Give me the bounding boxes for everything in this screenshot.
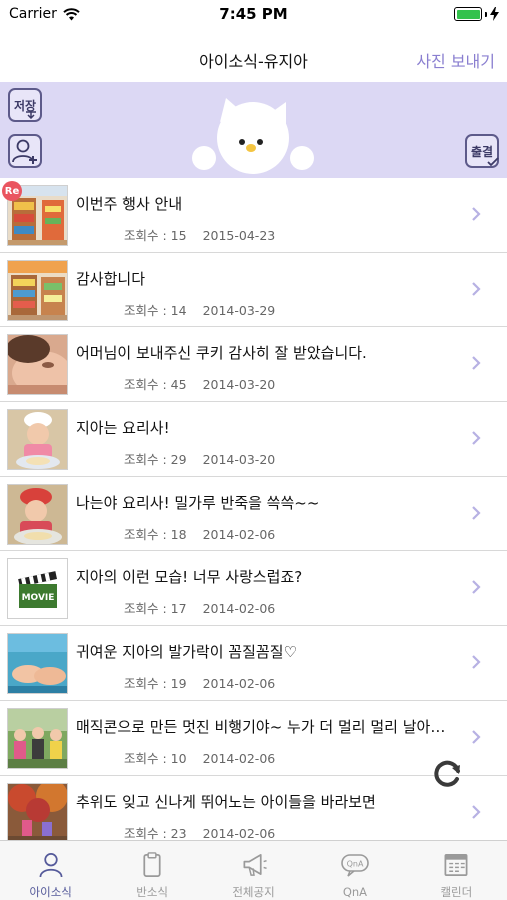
battery-indicator (454, 7, 499, 21)
chevron-right-icon (472, 730, 481, 744)
post-meta: 조회수 : 19 2014-02-06 (124, 673, 275, 692)
view-count: 조회수 : 23 (124, 825, 187, 841)
list-item[interactable]: Re 이번주 행사 안내 조회수 : 15 2015-04-23 (0, 178, 507, 253)
megaphone-icon (243, 853, 267, 876)
tab-notices[interactable]: 전체공지 (203, 841, 304, 900)
post-date: 2014-02-06 (202, 601, 276, 617)
clipboard-icon (143, 852, 161, 877)
chevron-right-icon (472, 580, 481, 595)
chevron-right-icon (472, 281, 481, 296)
lightning-icon (490, 7, 499, 21)
qna-icon-text: QnA (347, 860, 364, 869)
post-title: 나는야 요리사! 밀가루 반죽을 쓱쓱~~ (76, 493, 320, 512)
tab-calendar[interactable]: 캘린더 (406, 841, 507, 900)
post-meta: 조회수 : 45 2014-03-20 (124, 374, 275, 393)
download-arrow-icon (26, 111, 36, 119)
checkmark-icon (487, 157, 499, 167)
refresh-icon[interactable] (431, 757, 465, 791)
post-date: 2014-02-06 (202, 676, 276, 692)
tab-label: 캘린더 (440, 885, 473, 899)
post-meta: 조회수 : 29 2014-03-20 (124, 449, 275, 468)
post-meta: 조회수 : 10 2014-02-06 (124, 748, 275, 767)
chevron-right-icon (472, 431, 481, 445)
child-closeup-photo (7, 334, 68, 396)
view-count: 조회수 : 14 (124, 302, 187, 318)
add-child-button[interactable] (8, 134, 42, 168)
post-meta: 조회수 : 14 2014-03-29 (124, 300, 275, 319)
tab-label: QnA (342, 885, 368, 899)
post-date: 2014-03-29 (202, 302, 276, 318)
post-meta: 조회수 : 18 2014-02-06 (124, 524, 275, 543)
list-item[interactable]: 어머님이 보내주신 쿠키 감사히 잘 받았습니다. 조회수 : 45 2014-0… (0, 327, 507, 403)
chevron-right-icon (472, 207, 481, 221)
view-count: 조회수 : 45 (124, 377, 187, 393)
tab-class-news[interactable]: 반소식 (101, 841, 202, 900)
add-person-icon (12, 139, 37, 164)
post-title: 매직콘으로 만든 멋진 비행기야~ 누가 더 멀리 멀리 날아… (76, 717, 446, 736)
calendar-icon (444, 853, 468, 876)
child-cooking-photo (7, 483, 68, 545)
post-date: 2014-03-20 (202, 452, 276, 468)
list-item[interactable]: 지아는 요리사! 조회수 : 29 2014-03-20 (0, 402, 507, 477)
profile-banner: 저장 출결 (0, 82, 507, 178)
post-title: 추위도 잊고 신나게 뛰어노는 아이들을 바라보면 (76, 792, 376, 811)
post-date: 2015-04-23 (202, 228, 276, 243)
tab-bar: 아이소식 반소식 전체공지 QnA QnA 캘린더 (0, 840, 507, 900)
movie-clapper-icon: MOVIE (7, 558, 68, 620)
chevron-right-icon (472, 505, 481, 520)
status-bar: Carrier 7:45 PM (0, 0, 507, 30)
post-date: 2014-02-06 (202, 825, 276, 841)
send-photo-button[interactable]: 사진 보내기 (416, 48, 495, 72)
view-count: 조회수 : 18 (124, 526, 187, 542)
post-date: 2014-03-20 (202, 377, 276, 393)
list-item[interactable]: 감사합니다 조회수 : 14 2014-03-29 (0, 252, 507, 328)
post-title: 감사합니다 (76, 269, 146, 288)
navigation-bar: 아이소식-유지아 사진 보내기 (0, 30, 507, 82)
post-list: Re 이번주 행사 안내 조회수 : 15 2015-04-23 감사합니다 조… (0, 178, 507, 851)
children-outdoors-photo (7, 707, 68, 769)
post-title: 지아의 이런 모습! 너무 사랑스럽죠? (76, 568, 303, 587)
post-title: 어머님이 보내주신 쿠키 감사히 잘 받았습니다. (76, 344, 367, 363)
post-title: 지아는 요리사! (76, 419, 170, 438)
movie-thumb-label: MOVIE (22, 593, 55, 603)
classroom-shelves-photo (7, 259, 68, 321)
attendance-button[interactable]: 출결 (465, 134, 499, 168)
post-meta: 조회수 : 17 2014-02-06 (124, 598, 275, 617)
status-time: 7:45 PM (219, 5, 288, 23)
children-autumn-photo (7, 782, 68, 844)
view-count: 조회수 : 15 (124, 228, 187, 243)
battery-tip (485, 11, 487, 17)
list-item[interactable]: 나는야 요리사! 밀가루 반죽을 쓱쓱~~ 조회수 : 18 2014-02-06 (0, 476, 507, 552)
child-cooking-photo (7, 409, 68, 471)
list-item[interactable]: MOVIE 지아의 이런 모습! 너무 사랑스럽죠? 조회수 : 17 2014-… (0, 551, 507, 627)
list-item[interactable]: 귀여운 지아의 발가락이 꼼질꼼질♡ 조회수 : 19 2014-02-06 (0, 626, 507, 701)
view-count: 조회수 : 29 (124, 452, 187, 468)
tab-label: 반소식 (136, 885, 168, 899)
post-date: 2014-02-06 (202, 750, 276, 766)
post-meta: 조회수 : 23 2014-02-06 (124, 823, 275, 842)
qna-bubble-icon: QnA (341, 854, 369, 877)
tab-label: 전체공지 (232, 885, 275, 899)
tab-qna[interactable]: QnA QnA (304, 841, 405, 900)
post-meta: 조회수 : 15 2015-04-23 (124, 225, 275, 244)
save-button[interactable]: 저장 (8, 88, 42, 122)
white-cat-mascot (192, 98, 314, 174)
post-title: 귀여운 지아의 발가락이 꼼질꼼질♡ (76, 643, 297, 662)
battery-icon (454, 7, 482, 21)
view-count: 조회수 : 19 (124, 676, 187, 692)
chevron-right-icon (472, 356, 481, 371)
reply-badge: Re (2, 181, 22, 201)
tab-child-news[interactable]: 아이소식 (0, 841, 101, 900)
view-count: 조회수 : 10 (124, 750, 187, 766)
baby-feet-photo (7, 633, 68, 695)
tab-label: 아이소식 (29, 885, 72, 899)
chevron-right-icon (472, 804, 481, 819)
view-count: 조회수 : 17 (124, 601, 187, 617)
post-title: 이번주 행사 안내 (76, 195, 183, 213)
post-date: 2014-02-06 (202, 526, 276, 542)
chevron-right-icon (472, 655, 481, 669)
battery-level (456, 9, 480, 19)
person-icon (39, 853, 63, 878)
